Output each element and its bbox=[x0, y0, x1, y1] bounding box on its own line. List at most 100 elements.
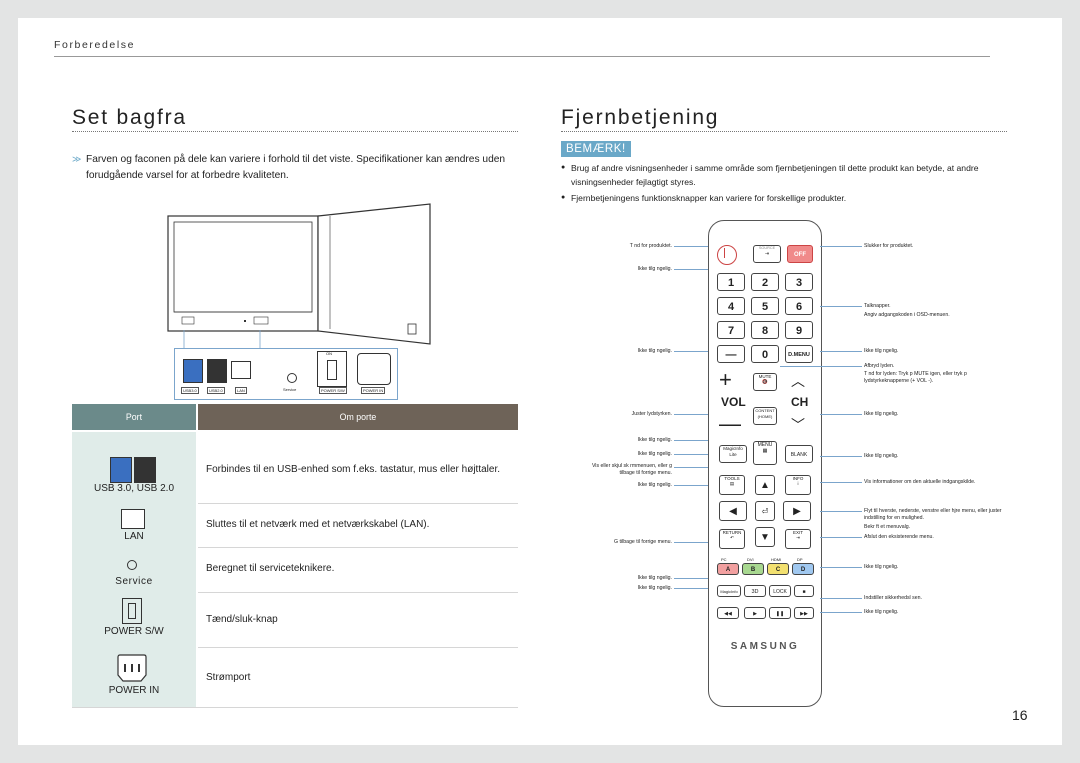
callout-right: Vis informationer om den aktuelle indgan… bbox=[864, 479, 976, 485]
callout-left: T nd for produktet. bbox=[629, 243, 672, 249]
callout-line bbox=[674, 542, 708, 543]
fast-forward-button[interactable]: ▶▶ bbox=[794, 607, 814, 619]
exit-button[interactable]: EXIT ⇥ bbox=[785, 529, 811, 549]
callout-line bbox=[820, 306, 862, 307]
port-label-power-sw: POWER S/W bbox=[104, 626, 164, 637]
section-title-back: Set bagfra bbox=[72, 106, 187, 129]
bullet-dot: ● bbox=[561, 164, 566, 171]
callout-right: Ikke tilg ngelig. bbox=[864, 348, 899, 354]
callout-line bbox=[674, 414, 708, 415]
callout-line bbox=[820, 456, 862, 457]
d-button[interactable]: D bbox=[792, 563, 814, 575]
remote-control: SOURCE ⇥ OFF 1 2 3 4 5 6 7 8 9 — 0 D.MENU… bbox=[708, 220, 822, 707]
row-divider bbox=[198, 503, 518, 504]
digit-button[interactable]: 5 bbox=[751, 297, 779, 315]
digit-button[interactable]: 7 bbox=[717, 321, 745, 339]
tools-button[interactable]: TOOLS ▤ bbox=[719, 475, 745, 495]
a-button[interactable]: A bbox=[717, 563, 739, 575]
digit-button[interactable]: 3 bbox=[785, 273, 813, 291]
bullet-1: Brug af andre visningsenheder i samme om… bbox=[571, 163, 979, 187]
dp-label: DP bbox=[797, 557, 803, 562]
label-service: Service bbox=[283, 387, 297, 392]
rewind-button[interactable]: ◀◀ bbox=[717, 607, 739, 619]
callout-right: Talknapper. bbox=[864, 303, 891, 309]
left-arrow-button[interactable]: ◀ bbox=[719, 501, 747, 521]
callout-line bbox=[820, 351, 862, 352]
content-home-button[interactable]: CONTENT (HOME) bbox=[753, 407, 777, 425]
right-arrow-button[interactable]: ▶ bbox=[783, 501, 811, 521]
callout-line bbox=[820, 511, 862, 512]
digit-button[interactable]: 4 bbox=[717, 297, 745, 315]
bullet-2: Fjernbetjeningens funktionsknapper kan v… bbox=[571, 193, 847, 203]
title-underline bbox=[72, 131, 518, 132]
enter-button[interactable]: ⏎ bbox=[755, 501, 775, 521]
callout-left: G tilbage til forrige menu. bbox=[614, 539, 672, 545]
callout-left: Ikke tilg ngelig. bbox=[637, 437, 672, 443]
callout-right: Angiv adgangskoden i OSD-menuen. bbox=[864, 312, 950, 318]
port-label-power-in: POWER IN bbox=[108, 685, 160, 696]
service-icon bbox=[127, 560, 137, 570]
lan-icon bbox=[121, 509, 145, 529]
usb2-port-icon bbox=[207, 359, 227, 383]
b-button[interactable]: B bbox=[742, 563, 764, 575]
power-button[interactable] bbox=[717, 245, 737, 265]
label-usb2: USB2.0 bbox=[207, 387, 225, 394]
mute-button[interactable]: MUTE 🔇 bbox=[753, 373, 777, 391]
off-button[interactable]: OFF bbox=[787, 245, 813, 263]
callout-left: Juster lydstyrken. bbox=[631, 411, 672, 417]
table-bottom-border bbox=[72, 707, 518, 708]
3d-button[interactable]: 3D bbox=[744, 585, 766, 597]
digit-button[interactable]: 6 bbox=[785, 297, 813, 315]
vol-down-icon[interactable]: — bbox=[719, 413, 741, 435]
callout-line bbox=[820, 246, 862, 247]
ch-up-icon[interactable]: ︿ bbox=[791, 371, 805, 391]
callout-left: Vis eller skjul sk rmmenuen, eller g til… bbox=[591, 463, 672, 476]
magicinfo-lite-button[interactable]: MagicInfo Lite bbox=[719, 445, 747, 463]
dmenu-button[interactable]: D.MENU bbox=[785, 345, 813, 363]
magicinfo-button[interactable]: MagicInfo bbox=[717, 585, 741, 597]
ch-down-icon[interactable]: ﹀ bbox=[791, 415, 805, 435]
info-button[interactable]: INFO i bbox=[785, 475, 811, 495]
lock-button[interactable]: LOCK bbox=[769, 585, 791, 597]
callout-line bbox=[820, 482, 862, 483]
digit-button[interactable]: 8 bbox=[751, 321, 779, 339]
callout-right: Ikke tilg ngelig. bbox=[864, 453, 899, 459]
callout-line bbox=[674, 246, 708, 247]
note-badge: BEMÆRK! bbox=[561, 141, 631, 157]
return-button[interactable]: RETURN ↶ bbox=[719, 529, 745, 549]
port-panel-zoom: ON USB3.0 USB2.0 LAN Service POWER S/W P… bbox=[174, 348, 398, 400]
ch-label: CH bbox=[791, 395, 809, 409]
up-arrow-button[interactable]: ▲ bbox=[755, 475, 775, 495]
table-header-about: Om porte bbox=[198, 404, 518, 430]
dvi-label: DVI bbox=[747, 557, 754, 562]
digit-button[interactable]: 2 bbox=[751, 273, 779, 291]
title-underline-right bbox=[561, 131, 1007, 132]
menu-button[interactable]: MENU ▦ bbox=[753, 441, 777, 465]
label-lan: LAN bbox=[235, 387, 247, 394]
callout-left: Ikke tilg ngelig. bbox=[637, 266, 672, 272]
row-divider bbox=[198, 547, 518, 548]
callout-line bbox=[820, 567, 862, 568]
callout-right: T nd for lyden: Tryk p MUTE igen, eller … bbox=[864, 371, 967, 384]
dash-button[interactable]: — bbox=[717, 345, 745, 363]
port-label-usb: USB 3.0, USB 2.0 bbox=[93, 483, 175, 494]
digit-button[interactable]: 0 bbox=[751, 345, 779, 363]
callout-line bbox=[674, 269, 708, 270]
blank-button[interactable]: BLANK bbox=[785, 445, 813, 463]
callout-left: Ikke tilg ngelig. bbox=[637, 348, 672, 354]
callout-right: Ikke tilg ngelig. bbox=[864, 411, 899, 417]
digit-button[interactable]: 1 bbox=[717, 273, 745, 291]
label-usb3: USB3.0 bbox=[181, 387, 199, 394]
source-button[interactable]: SOURCE ⇥ bbox=[753, 245, 781, 263]
vol-up-icon[interactable]: + bbox=[719, 369, 732, 391]
pause-button[interactable]: ❚❚ bbox=[769, 607, 791, 619]
callout-line bbox=[820, 612, 862, 613]
down-arrow-button[interactable]: ▼ bbox=[755, 527, 775, 547]
note-text: Farven og faconen på dele kan variere i … bbox=[86, 154, 506, 181]
play-button[interactable]: ▶ bbox=[744, 607, 766, 619]
digit-button[interactable]: 9 bbox=[785, 321, 813, 339]
port-label-service: Service bbox=[115, 576, 153, 587]
stop-button[interactable]: ■ bbox=[794, 585, 814, 597]
callout-left: Ikke tilg ngelig. bbox=[637, 451, 672, 457]
c-button[interactable]: C bbox=[767, 563, 789, 575]
